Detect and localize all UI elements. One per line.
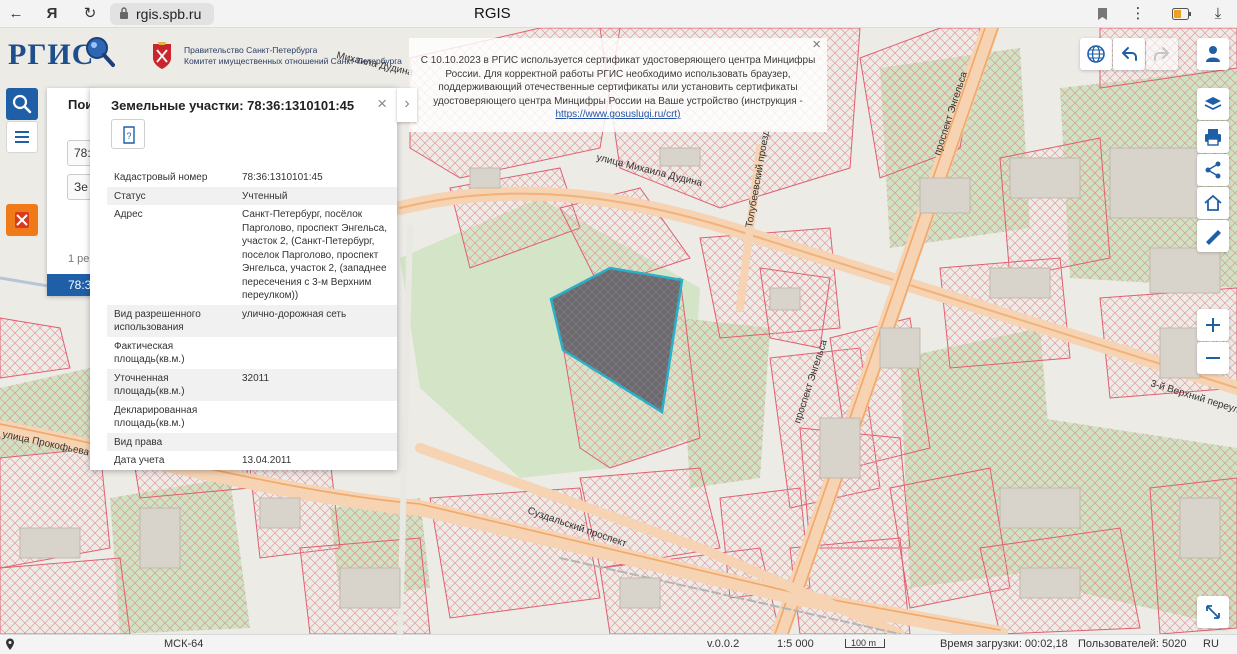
table-row: Дата учета 13.04.2011 <box>107 451 397 470</box>
status-bar: МСК-64 v.0.0.2 1:5 000 100 m Время загру… <box>0 634 1237 654</box>
location-pin-icon[interactable] <box>5 638 15 651</box>
svg-text:?: ? <box>127 131 132 141</box>
close-icon[interactable]: × <box>812 37 821 51</box>
attr-key: Статус <box>107 186 235 205</box>
table-row: Вид права <box>107 432 397 451</box>
share-button[interactable] <box>1197 154 1229 186</box>
hamburger-icon <box>15 131 29 143</box>
attr-key: Вид разрешенного использования <box>107 304 235 337</box>
reload-icon[interactable]: ↻ <box>80 4 100 24</box>
scale-label: 1:5 000 <box>777 638 814 650</box>
undo-icon <box>1122 47 1137 61</box>
table-row: Уточненная площадь(кв.м.) 32011 <box>107 368 397 401</box>
users-label: Пользователей: 5020 <box>1078 638 1187 650</box>
url-text[interactable]: rgis.spb.ru <box>136 6 201 22</box>
results-count: 1 ре <box>68 253 90 265</box>
globe-button[interactable] <box>1080 38 1112 70</box>
attr-value: 78:36:1310101:45 <box>242 172 323 183</box>
table-row: Декларированная площадь(кв.м.) <box>107 401 397 433</box>
table-row: Фактическая площадь(кв.м.) <box>107 337 397 369</box>
more-icon[interactable]: ⋮ <box>1128 4 1148 24</box>
search-icon <box>12 94 32 114</box>
yandex-icon[interactable]: Я <box>42 4 62 24</box>
search-button[interactable] <box>6 88 38 120</box>
search-panel: Пои 78:3 Зе 1 ре 78:3 <box>47 88 97 296</box>
user-icon <box>1206 46 1220 62</box>
attributes-table: Кадастровый номер 78:36:1310101:45 Статус… <box>107 168 397 470</box>
attr-value: улично-дорожная сеть <box>235 304 397 337</box>
battery-icon <box>1172 8 1191 20</box>
lock-icon <box>120 7 128 19</box>
tab-title: RGIS <box>474 5 511 22</box>
layers-button[interactable] <box>1197 88 1229 120</box>
table-row: Статус Учтенный <box>107 186 397 205</box>
load-time-label: Время загрузки: 00:02,18 <box>940 638 1068 650</box>
attr-key: Адрес <box>114 209 143 220</box>
version-label: v.0.0.2 <box>707 638 740 650</box>
table-row: Вид разрешенного использования улично-дор… <box>107 304 397 337</box>
minus-icon <box>1206 357 1220 359</box>
redo-button[interactable] <box>1146 38 1178 70</box>
close-icon[interactable]: × <box>377 94 387 114</box>
attr-key: Дата учета <box>114 455 165 466</box>
home-icon <box>1204 194 1222 211</box>
gov-line-2: Комитет имущественных отношений Санкт-Пе… <box>184 56 402 66</box>
bookmark-icon[interactable] <box>1097 7 1108 21</box>
parcel-info-popup: Земельные участки: 78:36:1310101:45 × ? … <box>90 88 397 470</box>
notice-text: С 10.10.2023 в РГИС используется сертифи… <box>420 55 816 107</box>
attr-key: Уточненная площадь(кв.м.) <box>107 368 235 401</box>
chevron-right-icon[interactable]: › <box>397 88 417 122</box>
attr-value: 13.04.2011 <box>242 455 292 466</box>
attr-key: Кадастровый номер <box>114 172 208 183</box>
magnifier-icon <box>86 37 115 67</box>
spb-coat-of-arms-icon <box>153 42 171 69</box>
attr-value <box>235 401 397 433</box>
expand-icon <box>1206 605 1220 619</box>
layers-icon <box>1204 97 1222 111</box>
arrow-left-icon[interactable]: ← <box>6 4 26 24</box>
gov-line-1: Правительство Санкт-Петербурга <box>184 45 318 55</box>
browser-toolbar: ← Я ↻ rgis.spb.ru RGIS ⋮ ⤓ <box>0 0 1237 28</box>
user-button[interactable] <box>1197 38 1229 70</box>
document-icon: ? <box>123 126 135 144</box>
printer-icon <box>1205 129 1221 146</box>
scale-bar-label: 100 m <box>851 638 877 648</box>
notice-link[interactable]: https://www.gosuslugi.ru/crt) <box>555 109 680 120</box>
redo-icon <box>1154 47 1169 61</box>
result-item[interactable]: 78:3 <box>47 274 93 296</box>
attr-value <box>235 432 397 451</box>
attr-key: Фактическая площадь(кв.м.) <box>114 340 185 366</box>
table-row: Адрес Санкт-Петербург, посёлок Парголово,… <box>107 205 397 305</box>
home-button[interactable] <box>1197 187 1229 219</box>
measure-button[interactable] <box>1197 220 1229 252</box>
globe-icon <box>1087 45 1105 63</box>
download-icon[interactable]: ⤓ <box>1208 4 1228 24</box>
attr-key: Вид права <box>107 432 235 451</box>
coat-of-arms-icon <box>15 212 29 228</box>
zoom-out-button[interactable] <box>1197 342 1229 374</box>
undo-button[interactable] <box>1113 38 1145 70</box>
popup-title: Земельные участки: 78:36:1310101:45 <box>111 98 355 113</box>
certificate-notice: С 10.10.2023 в РГИС используется сертифи… <box>409 37 827 132</box>
attr-value <box>235 337 397 369</box>
print-button[interactable] <box>1197 121 1229 153</box>
share-icon <box>1205 161 1221 179</box>
attr-key: Декларированная площадь(кв.м.) <box>114 404 198 430</box>
gov-caption: Правительство Санкт-Петербурга Комитет и… <box>184 45 402 67</box>
attr-value: Санкт-Петербург, посёлок Парголово, прос… <box>242 209 388 301</box>
crs-label[interactable]: МСК-64 <box>164 638 203 650</box>
menu-button[interactable] <box>6 121 38 153</box>
language-switch[interactable]: RU <box>1203 638 1219 650</box>
zoom-in-button[interactable] <box>1197 309 1229 341</box>
attr-value: 32011 <box>235 368 397 401</box>
fullscreen-button[interactable] <box>1197 596 1229 628</box>
document-button[interactable]: ? <box>111 119 145 149</box>
layers-coat-button[interactable] <box>6 204 38 236</box>
table-row: Кадастровый номер 78:36:1310101:45 <box>107 168 397 187</box>
attr-value: Учтенный <box>235 186 397 205</box>
plus-icon <box>1206 318 1220 332</box>
ruler-icon <box>1206 230 1221 245</box>
